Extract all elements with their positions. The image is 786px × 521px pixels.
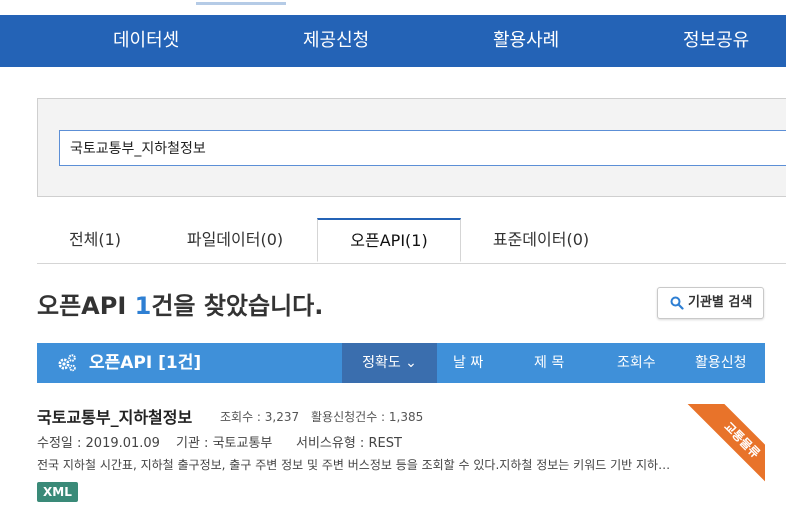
sort-applications[interactable]: 활용신청: [695, 343, 747, 383]
institution-search-button[interactable]: 기관별 검색: [657, 287, 764, 319]
tab-all[interactable]: 전체(1): [37, 218, 153, 262]
tab-open-api[interactable]: 오픈API(1): [317, 218, 461, 262]
result-count-heading: 오픈API 1건을 찾았습니다.: [37, 286, 323, 321]
results-bar-title: 오픈API [1건]: [89, 353, 202, 373]
main-nav: 데이터셋 제공신청 활용사례 정보공유: [0, 15, 786, 67]
nav-item-info-share[interactable]: 정보공유: [683, 15, 749, 67]
result-item-agency: 기관 : 국토교통부: [176, 436, 273, 451]
result-item-views: 조회수 : 3,237: [220, 410, 300, 424]
category-ribbon-label: 교통물류: [683, 404, 765, 489]
search-input[interactable]: [59, 130, 786, 166]
nav-item-datasets[interactable]: 데이터셋: [113, 15, 179, 67]
tab-standard-data[interactable]: 표준데이터(0): [461, 218, 621, 262]
sort-views[interactable]: 조회수: [617, 343, 656, 383]
result-item-title[interactable]: 국토교통부_지하철정보: [37, 404, 192, 428]
format-badge-xml: XML: [37, 482, 78, 502]
result-tabs: 전체(1) 파일데이터(0) 오픈API(1) 표준데이터(0): [37, 218, 786, 264]
category-ribbon: 교통물류: [680, 404, 765, 489]
sort-title[interactable]: 제 목: [534, 343, 564, 383]
result-prefix: 오픈API: [37, 292, 135, 320]
search-icon: [670, 296, 684, 310]
results-header-bar: 오픈API [1건] 정확도 ⌄ 날 짜 제 목 조회수 활용신청: [37, 343, 765, 383]
tab-file-data[interactable]: 파일데이터(0): [153, 218, 317, 262]
sort-date[interactable]: 날 짜: [453, 343, 483, 383]
institution-search-label: 기관별 검색: [688, 295, 753, 310]
gears-icon: [58, 354, 76, 372]
nav-item-cases[interactable]: 활용사례: [493, 15, 559, 67]
result-item-applications: 활용신청건수 : 1,385: [311, 410, 424, 424]
logo-fragment: [196, 0, 286, 5]
result-item-description: 전국 지하철 시간표, 지하철 출구정보, 출구 주변 정보 및 주변 버스정보…: [37, 458, 671, 472]
result-item-modified: 수정일 : 2019.01.09: [37, 436, 160, 451]
sort-accuracy[interactable]: 정확도 ⌄: [342, 343, 437, 383]
result-count: 1: [134, 292, 152, 320]
result-suffix: 건을 찾았습니다.: [151, 292, 324, 320]
header-logo-area: [0, 0, 786, 15]
nav-item-request[interactable]: 제공신청: [303, 15, 369, 67]
result-item-service-type: 서비스유형 : REST: [296, 436, 402, 451]
search-panel: [37, 98, 786, 197]
